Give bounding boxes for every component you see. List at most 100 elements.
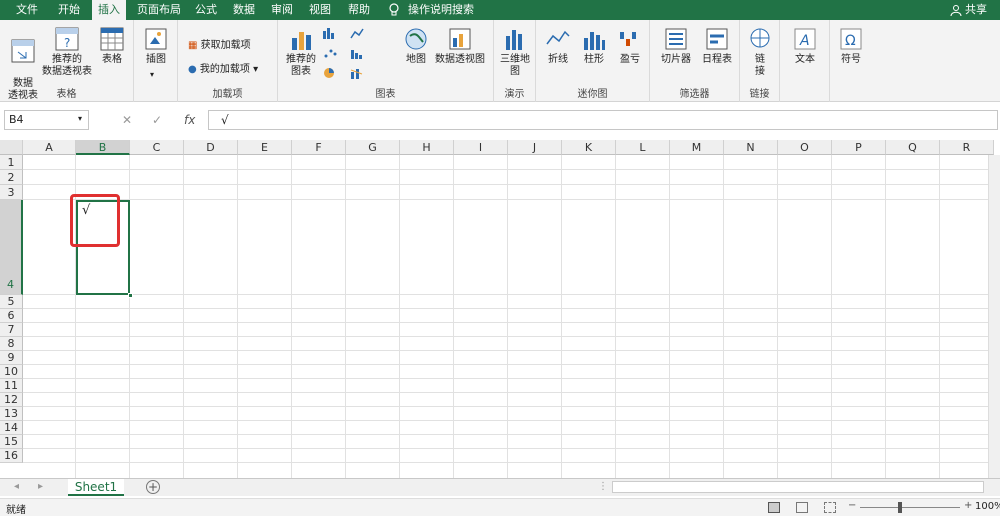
row-header-9[interactable]: 9 — [0, 351, 23, 365]
sheet-next-icon[interactable]: ▸ — [38, 481, 43, 492]
sparkline-line-button[interactable]: 折线 — [542, 26, 574, 66]
column-header-e[interactable]: E — [238, 140, 292, 155]
share-button[interactable]: 共享 — [965, 0, 987, 20]
symbol-button[interactable]: Ω 符号 — [834, 26, 868, 66]
row-header-8[interactable]: 8 — [0, 337, 23, 351]
illustrations-button[interactable]: 插图 — [140, 26, 172, 66]
column-header-a[interactable]: A — [23, 140, 76, 155]
row-header-6[interactable]: 6 — [0, 309, 23, 323]
tab-help[interactable]: 帮助 — [348, 0, 370, 20]
column-header-q[interactable]: Q — [886, 140, 940, 155]
my-addins-button[interactable]: ● 我的加载项 ▾ — [188, 60, 258, 75]
sparkline-winloss-button[interactable]: 盈亏 — [614, 26, 646, 66]
row-header-3[interactable]: 3 — [0, 185, 23, 200]
scatter-chart-icon[interactable] — [322, 46, 346, 63]
sparkline-column-button[interactable]: 柱形 — [578, 26, 610, 66]
group-symbols: Ω 符号 — [830, 20, 872, 102]
tell-me-search[interactable]: 操作说明搜索 — [408, 0, 474, 20]
tab-home[interactable]: 开始 — [58, 0, 80, 20]
text-button[interactable]: A 文本 — [788, 26, 822, 66]
tab-page-layout[interactable]: 页面布局 — [137, 0, 181, 20]
group-tables: 数据 透视表 ? 推荐的 数据透视表 表格 表格 — [0, 20, 134, 102]
select-all-corner[interactable] — [0, 140, 23, 155]
row-header-11[interactable]: 11 — [0, 379, 23, 393]
column-header-g[interactable]: G — [346, 140, 400, 155]
column-header-c[interactable]: C — [130, 140, 184, 155]
formula-input[interactable]: √ — [208, 110, 998, 130]
table-button[interactable]: 表格 — [96, 26, 128, 66]
enter-icon[interactable]: ✓ — [152, 113, 162, 127]
zoom-thumb[interactable] — [898, 502, 902, 513]
row-header-7[interactable]: 7 — [0, 323, 23, 337]
svg-text:?: ? — [64, 36, 70, 50]
line-chart-icon[interactable] — [350, 26, 374, 43]
row-header-16[interactable]: 16 — [0, 449, 23, 463]
combo-chart-icon[interactable] — [350, 66, 374, 83]
map-chart-button[interactable]: 地图 — [402, 26, 430, 66]
group-label-sparklines: 迷你图 — [577, 89, 608, 100]
name-box-dropdown-icon[interactable]: ▾ — [78, 114, 82, 123]
zoom-level[interactable]: 100% — [975, 501, 1000, 512]
row-header-5[interactable]: 5 — [0, 295, 23, 309]
recommended-pivot-button[interactable]: ? 推荐的 数据透视表 — [42, 26, 92, 78]
column-header-h[interactable]: H — [400, 140, 454, 155]
vertical-scrollbar[interactable] — [988, 155, 1000, 480]
zoom-slider[interactable] — [860, 507, 960, 508]
sheet-tab-sheet1[interactable]: Sheet1 — [68, 479, 124, 496]
tab-file[interactable]: 文件 — [16, 0, 38, 20]
tab-view[interactable]: 视图 — [309, 0, 331, 20]
zoom-out-icon[interactable]: − — [848, 500, 856, 511]
row-header-2[interactable]: 2 — [0, 170, 23, 185]
column-header-i[interactable]: I — [454, 140, 508, 155]
timeline-button[interactable]: 日程表 — [698, 26, 736, 66]
row-header-14[interactable]: 14 — [0, 421, 23, 435]
link-button[interactable]: 链 接 — [744, 26, 776, 78]
row-header-1[interactable]: 1 — [0, 155, 23, 170]
tab-review[interactable]: 审阅 — [271, 0, 293, 20]
column-header-b[interactable]: B — [76, 140, 130, 155]
get-addins-button[interactable]: ▦ 获取加载项 — [188, 36, 251, 51]
page-layout-view-icon[interactable] — [796, 502, 808, 513]
row-header-15[interactable]: 15 — [0, 435, 23, 449]
grid-vline — [345, 155, 346, 480]
share-icon[interactable] — [950, 0, 962, 20]
page-break-view-icon[interactable] — [824, 502, 836, 513]
cancel-icon[interactable]: ✕ — [122, 113, 132, 127]
tab-formulas[interactable]: 公式 — [195, 0, 217, 20]
column-header-m[interactable]: M — [670, 140, 724, 155]
column-header-n[interactable]: N — [724, 140, 778, 155]
sheet-prev-icon[interactable]: ◂ — [14, 481, 19, 492]
column-header-j[interactable]: J — [508, 140, 562, 155]
insert-function-icon[interactable]: fx — [184, 113, 195, 127]
column-header-o[interactable]: O — [778, 140, 832, 155]
column-header-d[interactable]: D — [184, 140, 238, 155]
recommended-charts-icon — [292, 32, 311, 50]
3d-map-button[interactable]: 三维地 图 — [498, 26, 532, 78]
column-header-p[interactable]: P — [832, 140, 886, 155]
recommended-charts-button[interactable]: 推荐的 图表 — [282, 26, 320, 78]
row-header-4[interactable]: 4 — [0, 200, 23, 295]
column-header-f[interactable]: F — [292, 140, 346, 155]
worksheet-grid[interactable]: ABCDEFGHIJKLMNOPQR 1 2 3 4 5 6 7 8 9 10 11 12 13 14 15… — [0, 140, 1000, 480]
column-header-l[interactable]: L — [616, 140, 670, 155]
add-sheet-icon[interactable]: + — [146, 480, 160, 494]
pie-chart-icon[interactable] — [322, 66, 346, 83]
zoom-in-icon[interactable]: + — [964, 500, 972, 511]
row-header-12[interactable]: 12 — [0, 393, 23, 407]
column-header-k[interactable]: K — [562, 140, 616, 155]
stats-chart-icon[interactable] — [350, 46, 374, 63]
normal-view-icon[interactable] — [768, 502, 780, 513]
row-header-13[interactable]: 13 — [0, 407, 23, 421]
fill-handle[interactable] — [128, 293, 133, 298]
tab-insert[interactable]: 插入 — [92, 0, 126, 21]
name-box[interactable]: B4 — [4, 110, 89, 130]
horizontal-scrollbar[interactable] — [612, 481, 984, 493]
group-label-charts: 图表 — [375, 89, 396, 100]
split-handle-icon[interactable]: ⋮ — [598, 481, 608, 492]
row-header-10[interactable]: 10 — [0, 365, 23, 379]
slicer-button[interactable]: 切片器 — [656, 26, 696, 66]
column-header-r[interactable]: R — [940, 140, 994, 155]
pivot-chart-button[interactable]: 数据透视图 — [432, 26, 488, 66]
column-chart-icon[interactable] — [322, 26, 346, 43]
tab-data[interactable]: 数据 — [233, 0, 255, 20]
